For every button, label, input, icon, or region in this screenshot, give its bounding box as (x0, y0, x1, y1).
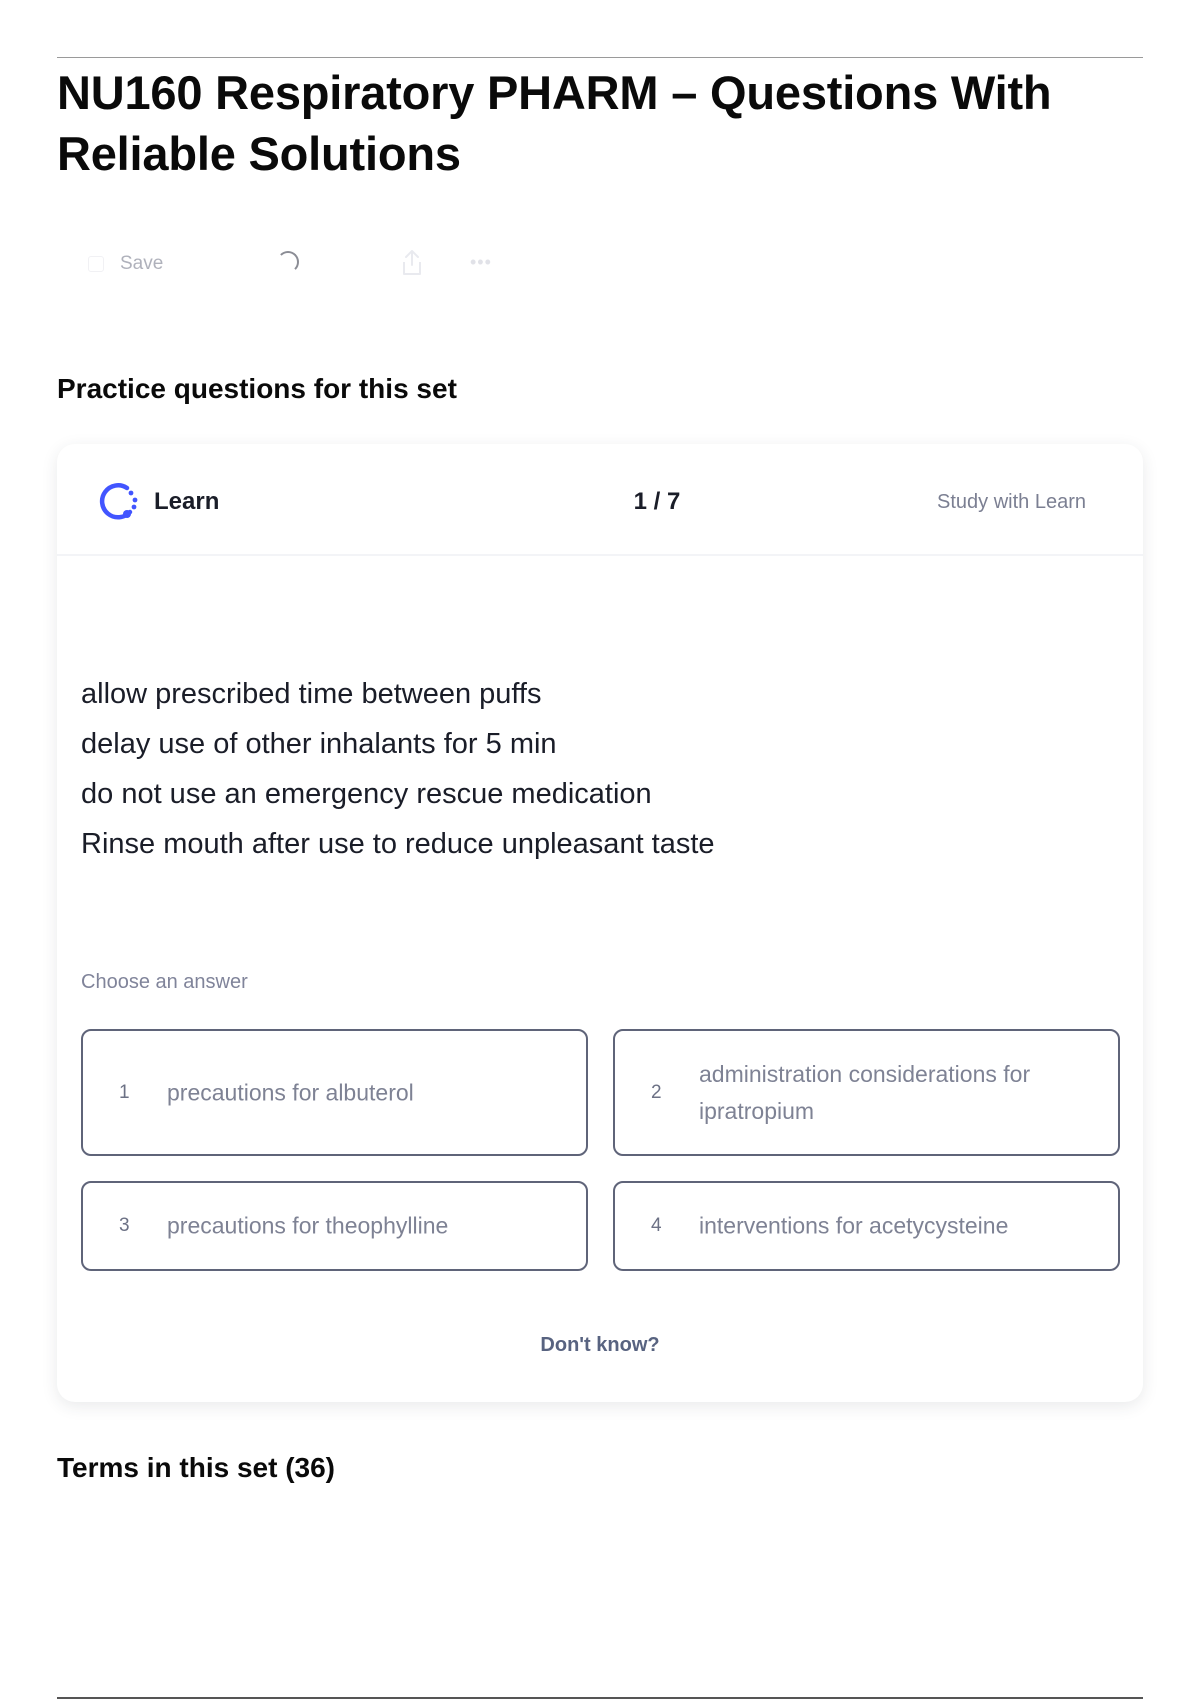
learn-label: Learn (154, 488, 220, 515)
more-icon[interactable]: ••• (470, 252, 492, 273)
practice-card: Learn 1 / 7 Study with Learn allow presc… (57, 444, 1143, 1402)
choose-answer-label: Choose an answer (81, 971, 248, 993)
spinner-icon (277, 251, 299, 273)
answer-number: 4 (651, 1215, 662, 1236)
answer-text: precautions for albuterol (167, 1079, 414, 1105)
answer-number: 2 (651, 1081, 662, 1103)
prompt-line: do not use an emergency rescue medicatio… (81, 778, 652, 810)
answer-text: precautions for theophylline (167, 1212, 449, 1239)
answer-option-1[interactable]: 1 precautions for albuterol (81, 1029, 588, 1156)
prompt-line: allow prescribed time between puffs (81, 678, 542, 710)
answer-text: interventions for acetycysteine (699, 1212, 1009, 1239)
top-divider (57, 57, 1143, 58)
answer-option-2[interactable]: 2 administration considerations for ipra… (613, 1029, 1120, 1156)
study-with-learn-link[interactable]: Study with Learn (937, 491, 1086, 514)
share-icon[interactable] (399, 248, 425, 283)
answer-option-4[interactable]: 4 interventions for acetycysteine (613, 1181, 1120, 1271)
dont-know-button[interactable]: Don't know? (500, 1334, 700, 1357)
practice-heading: Practice questions for this set (57, 373, 457, 404)
terms-heading: Terms in this set (36) (57, 1452, 336, 1483)
progress-counter: 1 / 7 (633, 488, 681, 515)
toolbar: Save ••• (88, 248, 528, 282)
save-button[interactable]: Save (120, 253, 163, 275)
learn-icon (97, 479, 141, 528)
prompt-line: Rinse mouth after use to reduce unpleasa… (81, 828, 715, 860)
prompt-line: delay use of other inhalants for 5 min (81, 728, 557, 760)
bottom-divider (57, 1697, 1143, 1699)
answer-text: administration considerations for ipratr… (699, 1060, 1031, 1124)
page-title: NU160 Respiratory PHARM – Questions With… (57, 66, 1052, 180)
checkbox-icon[interactable] (88, 256, 104, 272)
answer-number: 1 (119, 1081, 130, 1103)
card-header: Learn 1 / 7 Study with Learn (57, 444, 1143, 556)
answer-option-3[interactable]: 3 precautions for theophylline (81, 1181, 588, 1271)
answer-number: 3 (119, 1215, 130, 1236)
question-prompt: allow prescribed time between puffs dela… (81, 669, 1081, 869)
